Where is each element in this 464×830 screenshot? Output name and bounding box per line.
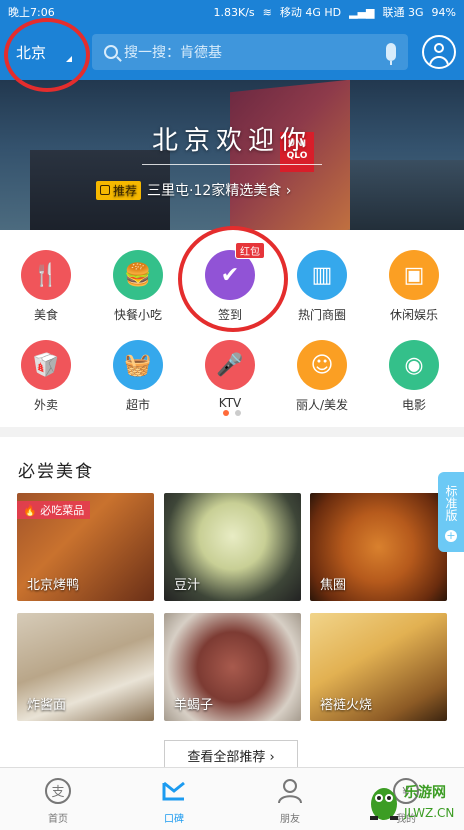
hero-banner[interactable]: UNI QLO 北京欢迎你 推荐 三里屯·12家精选美食 › bbox=[0, 80, 464, 230]
mic-icon[interactable] bbox=[386, 43, 396, 65]
svg-text:支: 支 bbox=[51, 785, 64, 800]
banner-recommend[interactable]: 推荐 三里屯·12家精选美食 › bbox=[96, 180, 291, 200]
category-label: 休闲娱乐 bbox=[389, 308, 438, 322]
recommend-badge: 推荐 bbox=[96, 180, 142, 200]
category-label: 签到 bbox=[217, 308, 242, 322]
section-title: 必尝美食 bbox=[18, 462, 94, 482]
user-icon[interactable] bbox=[422, 35, 456, 69]
tab-koubei[interactable]: 口碑 bbox=[116, 768, 232, 830]
fork-knife-icon: 🍴 bbox=[21, 250, 71, 300]
category-takeout[interactable]: 🥡 外卖 bbox=[0, 330, 92, 418]
status-time: 晚上7:06 bbox=[8, 6, 55, 19]
banner-subtitle: 三里屯·12家精选美食 › bbox=[147, 183, 292, 199]
bottom-tab-bar: 支 首页 口碑 朋友 ¥ 我的 乐游网 JLWZ.CN bbox=[0, 767, 464, 830]
food-tile-douzhi[interactable]: 豆汁 bbox=[164, 493, 301, 601]
gamepad-icon: ▣ bbox=[389, 250, 439, 300]
search-bar[interactable]: 搜一搜：肯德基 bbox=[92, 34, 408, 70]
banner-title: 北京欢迎你 bbox=[151, 126, 312, 156]
page-dot-active bbox=[223, 410, 229, 416]
city-selector[interactable]: 北京 bbox=[8, 32, 80, 72]
dropdown-triangle-icon bbox=[66, 56, 72, 62]
carrier-mobile: 移动 4G HD bbox=[279, 6, 342, 19]
category-fastfood[interactable]: 🍔 快餐小吃 bbox=[92, 240, 184, 328]
red-packet-badge: 红包 bbox=[235, 242, 265, 259]
must-eat-section: 必尝美食 🔥 必吃菜品 北京烤鸭 豆汁 焦圈 炸酱面 羊蝎子 褡裢火烧 查看全部… bbox=[0, 437, 464, 770]
tab-friends[interactable]: 朋友 bbox=[232, 768, 348, 830]
friends-icon bbox=[275, 776, 305, 806]
city-name: 北京 bbox=[16, 43, 47, 62]
page-indicator bbox=[0, 410, 464, 416]
koubei-icon bbox=[159, 776, 189, 806]
tab-label: 朋友 bbox=[280, 814, 300, 825]
wifi-icon: ≋ bbox=[262, 5, 272, 19]
thumbs-up-icon bbox=[100, 185, 110, 195]
food-tile-yangxiezi[interactable]: 羊蝎子 bbox=[164, 613, 301, 721]
search-icon bbox=[104, 45, 118, 59]
category-leisure[interactable]: ▣ 休闲娱乐 bbox=[368, 240, 460, 328]
page-dot bbox=[235, 410, 241, 416]
food-name: 豆汁 bbox=[174, 578, 201, 593]
home-icon: 支 bbox=[43, 776, 73, 806]
food-name: 焦圈 bbox=[320, 578, 347, 593]
food-tile-zhajiangmian[interactable]: 炸酱面 bbox=[17, 613, 154, 721]
food-name: 炸酱面 bbox=[27, 698, 67, 713]
category-label: 热门商圈 bbox=[297, 308, 346, 322]
film-reel-icon: ◉ bbox=[389, 340, 439, 390]
banner-divider bbox=[142, 164, 322, 165]
must-eat-badge: 🔥 必吃菜品 bbox=[17, 501, 91, 519]
search-placeholder: 搜一搜：肯德基 bbox=[124, 45, 222, 61]
food-tile-dalian-huoshao[interactable]: 褡裢火烧 bbox=[310, 613, 447, 721]
watermark-text: 乐游网 bbox=[404, 785, 446, 801]
category-label: 快餐小吃 bbox=[113, 308, 162, 322]
carrier-unicom: 联通 3G bbox=[382, 6, 424, 19]
header: 北京 搜一搜：肯德基 bbox=[0, 24, 464, 80]
hair-icon: ☺ bbox=[297, 340, 347, 390]
standard-version-tab[interactable]: 标准版 + bbox=[438, 472, 464, 552]
battery-level: 94% bbox=[431, 5, 456, 19]
basket-icon: 🧺 bbox=[113, 340, 163, 390]
side-tab-text: 标准版 bbox=[444, 485, 458, 521]
watermark-url: JLWZ.CN bbox=[404, 806, 455, 820]
microphone-icon: 🎤 bbox=[205, 340, 255, 390]
burger-icon: 🍔 bbox=[113, 250, 163, 300]
food-name: 北京烤鸭 bbox=[27, 578, 80, 593]
signal-icon: ▂▄▆ bbox=[349, 5, 375, 19]
food-name: 羊蝎子 bbox=[174, 698, 214, 713]
category-checkin[interactable]: ✔ 红包 签到 bbox=[184, 240, 276, 328]
building-icon: ▥ bbox=[297, 250, 347, 300]
status-bar: 晚上7:06 1.83K/s ≋ 移动 4G HD ▂▄▆ 联通 3G 94% bbox=[0, 0, 464, 24]
food-tile-jiaoquan[interactable]: 焦圈 bbox=[310, 493, 447, 601]
takeout-icon: 🥡 bbox=[21, 340, 71, 390]
category-grid: 🍴 美食 🍔 快餐小吃 ✔ 红包 签到 ▥ 热门商圈 ▣ 休闲娱乐 🥡 外卖 🧺 … bbox=[0, 230, 464, 427]
category-supermarket[interactable]: 🧺 超市 bbox=[92, 330, 184, 418]
food-tile-roast-duck[interactable]: 🔥 必吃菜品 北京烤鸭 bbox=[17, 493, 154, 601]
check-icon: ✔ 红包 bbox=[205, 242, 265, 300]
tab-label: 口碑 bbox=[164, 814, 184, 825]
category-hot-districts[interactable]: ▥ 热门商圈 bbox=[276, 240, 368, 328]
site-watermark: 乐游网 JLWZ.CN bbox=[364, 778, 464, 830]
view-all-button[interactable]: 查看全部推荐 › bbox=[164, 740, 298, 770]
net-speed: 1.83K/s bbox=[213, 5, 255, 19]
category-label: KTV bbox=[218, 396, 242, 410]
plus-icon: + bbox=[445, 529, 457, 542]
category-beauty[interactable]: ☺ 丽人/美发 bbox=[276, 330, 368, 418]
category-label: 美食 bbox=[33, 308, 58, 322]
category-food[interactable]: 🍴 美食 bbox=[0, 240, 92, 328]
category-ktv[interactable]: 🎤 KTV bbox=[184, 330, 276, 418]
category-movie[interactable]: ◉ 电影 bbox=[368, 330, 460, 418]
food-name: 褡裢火烧 bbox=[320, 698, 373, 713]
tab-label: 首页 bbox=[48, 814, 68, 825]
tab-home[interactable]: 支 首页 bbox=[0, 768, 116, 830]
banner-building-right bbox=[350, 160, 464, 230]
